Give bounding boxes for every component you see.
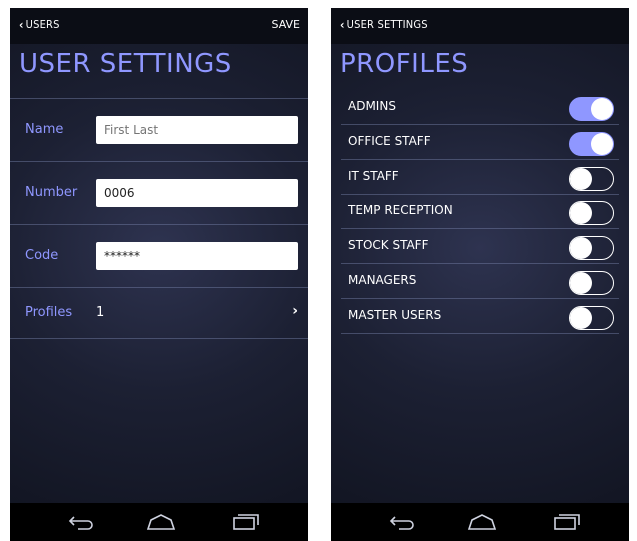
divider [10, 224, 308, 225]
chevron-left-icon: ‹ [340, 17, 345, 32]
chevron-left-icon: ‹ [19, 17, 24, 32]
save-button[interactable]: SAVE [272, 18, 300, 31]
chevron-right-icon: › [292, 303, 298, 319]
profile-label: MANAGERS [348, 273, 417, 287]
toggle-knob [591, 98, 613, 120]
stage: ‹ USERS SAVE USER SETTINGS Name Number C… [0, 0, 637, 541]
toggle-knob [570, 167, 592, 190]
profile-row: ADMINS [341, 91, 619, 125]
top-bar: ‹ USERS SAVE [10, 8, 308, 44]
profile-toggle[interactable] [569, 305, 614, 330]
profile-row: STOCK STAFF [341, 230, 619, 265]
number-label: Number [25, 185, 78, 200]
back-label: USERS [25, 18, 60, 31]
profile-toggle[interactable] [569, 271, 614, 295]
divider [10, 98, 308, 99]
page-title: PROFILES [340, 49, 469, 79]
profile-label: STOCK STAFF [348, 238, 429, 253]
profile-toggle[interactable] [569, 201, 614, 226]
toggle-knob [591, 132, 613, 155]
profile-label: OFFICE STAFF [348, 133, 431, 148]
profile-label: ADMINS [348, 99, 396, 113]
profile-label: MASTER USERS [348, 307, 442, 322]
toggle-knob [570, 202, 592, 225]
recent-apps-icon[interactable] [553, 513, 581, 531]
top-bar: ‹ USER SETTINGS [331, 8, 629, 44]
divider [10, 338, 308, 339]
profiles-screen: ‹ USER SETTINGS PROFILES ADMINS OFFICE ST… [331, 8, 629, 541]
code-label: Code [25, 248, 59, 263]
home-icon[interactable] [146, 513, 176, 531]
profile-row: MANAGERS [341, 265, 619, 299]
android-nav-bar [10, 503, 308, 541]
profile-row: IT STAFF [341, 161, 619, 195]
profile-toggle[interactable] [569, 131, 614, 156]
code-field[interactable] [96, 242, 298, 270]
profiles-row[interactable]: Profiles 1 › [10, 288, 308, 338]
back-arrow-icon[interactable] [68, 513, 94, 531]
user-settings-screen: ‹ USERS SAVE USER SETTINGS Name Number C… [10, 8, 308, 541]
profile-row: MASTER USERS [341, 300, 619, 334]
profile-toggle[interactable] [569, 97, 614, 121]
back-to-user-settings-button[interactable]: ‹ USER SETTINGS [340, 18, 428, 31]
toggle-knob [570, 306, 592, 329]
back-to-users-button[interactable]: ‹ USERS [19, 18, 60, 31]
profile-row: TEMP RECEPTION [341, 195, 619, 230]
name-label: Name [25, 122, 64, 137]
home-icon[interactable] [467, 513, 497, 531]
profile-toggle[interactable] [569, 236, 614, 261]
number-field[interactable] [96, 179, 298, 207]
recent-apps-icon[interactable] [232, 513, 260, 531]
page-title: USER SETTINGS [19, 49, 232, 79]
back-arrow-icon[interactable] [389, 513, 415, 531]
android-nav-bar [331, 503, 629, 541]
profiles-count: 1 [96, 305, 105, 320]
name-field[interactable] [96, 116, 298, 144]
toggle-knob [570, 237, 592, 260]
profile-label: TEMP RECEPTION [348, 203, 453, 218]
profile-label: IT STAFF [348, 168, 399, 183]
back-label: USER SETTINGS [346, 18, 428, 31]
divider [10, 161, 308, 162]
toggle-knob [570, 272, 592, 294]
profiles-label: Profiles [25, 305, 73, 320]
profile-row: OFFICE STAFF [341, 126, 619, 160]
profile-toggle[interactable] [569, 166, 614, 191]
